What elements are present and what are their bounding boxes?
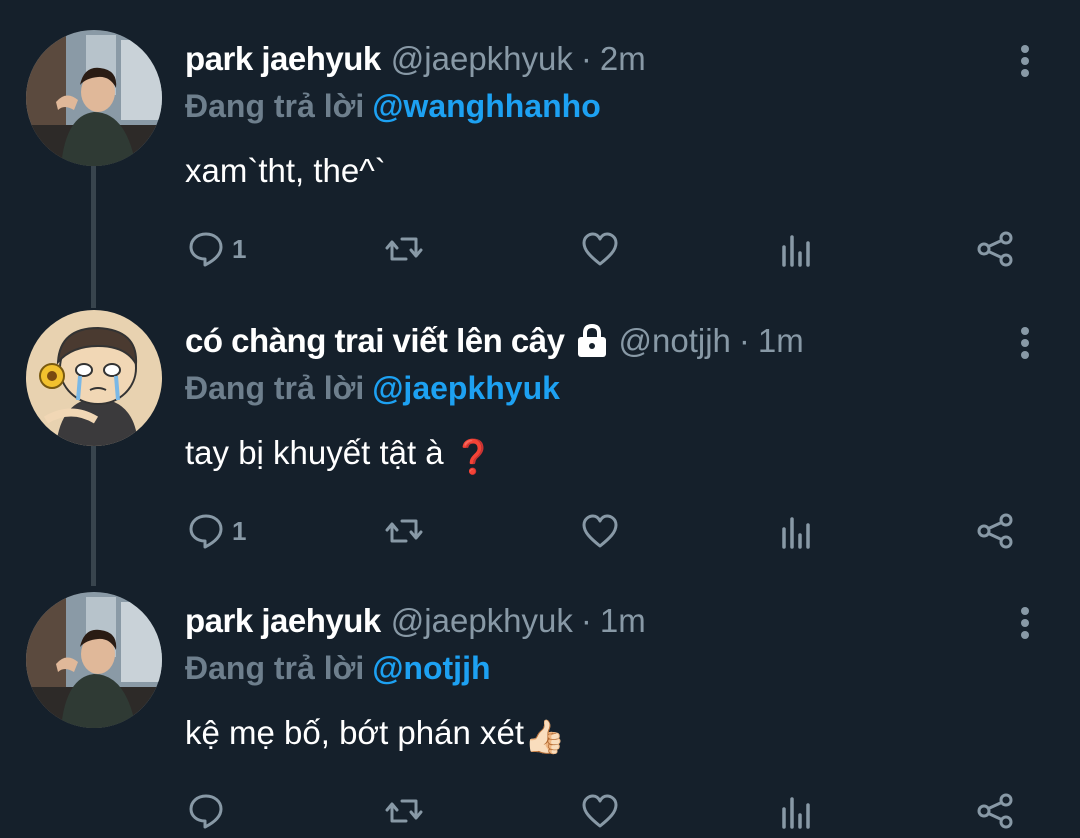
share-icon <box>977 793 1013 829</box>
like-button[interactable] <box>580 786 620 836</box>
question-mark-emoji: ❓ <box>452 438 494 475</box>
like-icon <box>582 794 618 828</box>
separator-dot: · <box>738 322 750 359</box>
analytics-icon <box>782 517 810 549</box>
retweet-button[interactable] <box>384 786 424 836</box>
display-name[interactable]: park jaehyuk <box>185 40 381 78</box>
tweet-actions: 1 <box>0 506 1080 556</box>
user-handle[interactable]: @notjjh <box>619 322 731 360</box>
user-handle[interactable]: @jaepkhyuk <box>391 602 573 640</box>
replying-to-handle[interactable]: @notjjh <box>372 650 490 686</box>
avatar-photo <box>26 30 162 166</box>
avatar[interactable] <box>26 30 162 166</box>
more-icon[interactable] <box>1010 324 1040 362</box>
reply-icon <box>189 232 223 267</box>
replying-to: Đang trả lời @notjjh <box>185 650 491 687</box>
tweet-thread: park jaehyuk @jaepkhyuk · 2m Đang trả lờ… <box>0 0 1080 838</box>
retweet-button[interactable] <box>384 224 424 274</box>
analytics-icon <box>782 235 810 267</box>
analytics-icon <box>782 797 810 829</box>
more-icon[interactable] <box>1010 42 1040 80</box>
like-icon <box>582 514 618 548</box>
retweet-icon <box>385 799 423 823</box>
replying-to: Đang trả lời @jaepkhyuk <box>185 370 560 407</box>
separator-dot: · <box>580 40 592 77</box>
share-icon <box>977 513 1013 549</box>
avatar[interactable] <box>26 592 162 728</box>
tweet[interactable]: park jaehyuk @jaepkhyuk · 2m Đang trả lờ… <box>0 30 1080 284</box>
analytics-button[interactable] <box>778 506 818 556</box>
timestamp[interactable]: 1m <box>758 322 804 360</box>
replying-to-label: Đang trả lời <box>185 88 365 124</box>
retweet-button[interactable] <box>384 506 424 556</box>
analytics-button[interactable] <box>778 224 818 274</box>
reply-icon <box>189 514 223 549</box>
more-icon[interactable] <box>1010 604 1040 642</box>
replying-to: Đang trả lời @wanghhanho <box>185 88 601 125</box>
retweet-icon <box>385 519 423 543</box>
user-handle[interactable]: @jaepkhyuk <box>391 40 573 78</box>
replying-to-label: Đang trả lời <box>185 370 365 406</box>
reply-button[interactable]: 1 <box>186 506 246 556</box>
like-button[interactable] <box>580 506 620 556</box>
share-button[interactable] <box>975 786 1015 836</box>
reply-icon <box>189 794 223 829</box>
reply-button[interactable] <box>186 786 232 836</box>
avatar-cartoon <box>26 310 162 446</box>
replying-to-handle[interactable]: @jaepkhyuk <box>372 370 560 406</box>
tweet-text-container: tay bị khuyết tật à ❓ <box>185 434 494 477</box>
separator-dot: · <box>580 602 592 639</box>
share-icon <box>977 231 1013 267</box>
thumbs-up-emoji: 👍🏻 <box>524 718 566 755</box>
reply-count: 1 <box>232 233 247 264</box>
avatar[interactable] <box>26 310 162 446</box>
like-icon <box>582 232 618 266</box>
replying-to-label: Đang trả lời <box>185 650 365 686</box>
reply-count: 1 <box>232 515 247 546</box>
avatar-photo <box>26 592 162 728</box>
tweet-text: tay bị khuyết tật à <box>185 434 444 471</box>
display-name[interactable]: park jaehyuk <box>185 602 381 640</box>
timestamp[interactable]: 2m <box>600 40 646 78</box>
tweet-actions <box>0 786 1080 836</box>
tweet[interactable]: có chàng trai viết lên cây @notjjh · 1m … <box>0 310 1080 566</box>
like-button[interactable] <box>580 224 620 274</box>
timestamp[interactable]: 1m <box>600 602 646 640</box>
display-name[interactable]: có chàng trai viết lên cây <box>185 322 565 360</box>
reply-button[interactable]: 1 <box>186 224 246 274</box>
tweet[interactable]: park jaehyuk @jaepkhyuk · 1m Đang trả lờ… <box>0 592 1080 838</box>
analytics-button[interactable] <box>778 786 818 836</box>
tweet-actions: 1 <box>0 224 1080 274</box>
share-button[interactable] <box>975 506 1015 556</box>
lock-icon <box>577 323 606 357</box>
tweet-text-container: kệ mẹ bố, bớt phán xét👍🏻 <box>185 714 565 757</box>
tweet-text: kệ mẹ bố, bớt phán xét <box>185 714 525 751</box>
replying-to-handle[interactable]: @wanghhanho <box>372 88 601 124</box>
share-button[interactable] <box>975 224 1015 274</box>
retweet-icon <box>385 237 423 261</box>
tweet-text: xam`tht, the^` <box>185 152 386 189</box>
